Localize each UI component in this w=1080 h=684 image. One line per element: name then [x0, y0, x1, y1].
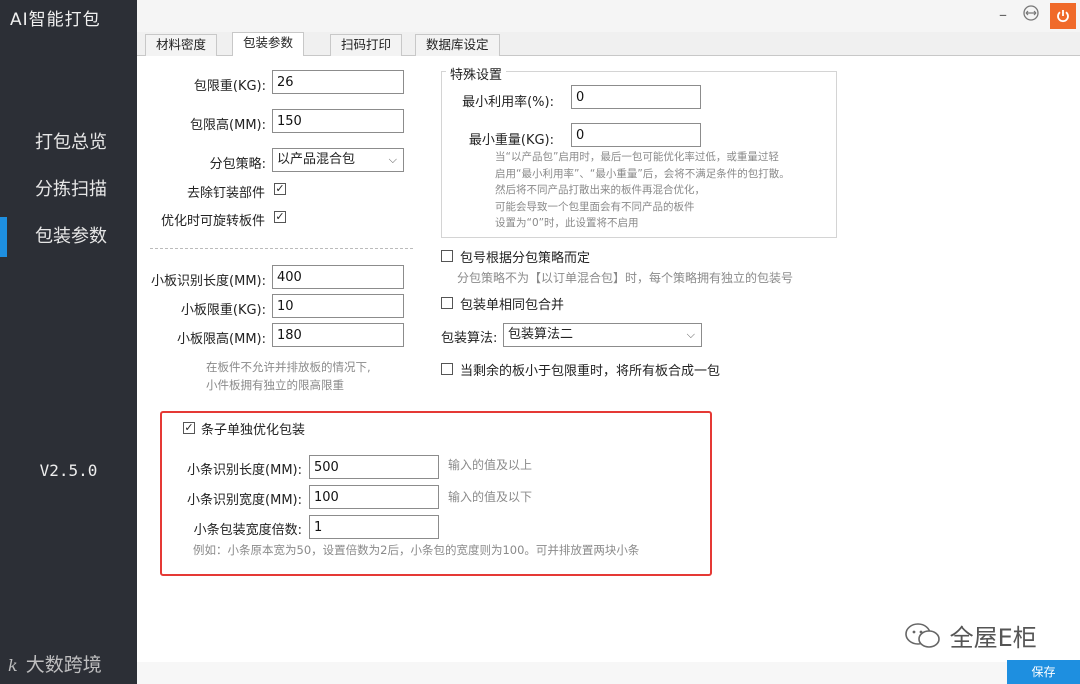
resize-icon[interactable]	[1020, 4, 1042, 26]
strip-enable-checkbox[interactable]: ✓	[183, 422, 195, 434]
min-weight-input[interactable]	[571, 123, 701, 147]
small-height-label: 小板限高(MM):	[177, 332, 266, 347]
special-note-line: 设置为“0”时，此设置将不启用	[495, 217, 639, 229]
special-note-line: 可能会导致一个包里面会有不同产品的板件	[495, 200, 695, 213]
min-util-label: 最小利用率(%):	[462, 95, 554, 110]
small-weight-input[interactable]	[272, 294, 404, 318]
rotate-label: 优化时可旋转板件	[160, 214, 265, 229]
watermark-right: 全屋E柜	[904, 618, 1037, 653]
min-weight-label: 最小重量(KG):	[468, 133, 554, 148]
tab-scan-print[interactable]: 扫码打印	[330, 34, 403, 56]
special-note-line: 当“以产品包”启用时，最后一包可能优化率过低，或重量过轻	[495, 151, 779, 163]
merge-checkbox[interactable]	[441, 297, 453, 309]
wechat-icon	[904, 622, 942, 650]
strip-example-note: 例如：小条原本宽为50，设置倍数为2后，小条包的宽度则为100。可并排放置两块小…	[193, 543, 640, 557]
small-weight-label: 小板限重(KG):	[180, 303, 266, 318]
special-settings-title: 特殊设置	[446, 64, 507, 83]
pkg-no-checkbox[interactable]	[441, 250, 453, 262]
remove-nail-label: 去除钉装部件	[186, 186, 265, 201]
minimize-icon[interactable]: –	[992, 4, 1014, 26]
sidebar-item-sort-scan[interactable]: 分拣扫描	[0, 170, 137, 210]
app-title: AI智能打包	[10, 10, 101, 30]
pkg-height-label: 包限高(MM):	[190, 118, 266, 133]
small-board-note-2: 小件板拥有独立的限高限重	[206, 378, 344, 392]
strip-width-input[interactable]	[309, 485, 439, 509]
remove-nail-checkbox[interactable]: ✓	[274, 183, 286, 195]
footer-bar	[137, 662, 1007, 684]
algo-value: 包装算法二	[508, 327, 574, 342]
tab-bar: 材料密度 包装参数 扫码打印 数据库设定	[137, 32, 1080, 57]
strip-enable-label: 条子单独优化包装	[201, 423, 306, 438]
algo-label: 包装算法:	[441, 331, 498, 346]
rotate-checkbox[interactable]: ✓	[274, 211, 286, 223]
watermark-logo: k	[8, 656, 18, 675]
special-note: 当“以产品包”启用时，最后一包可能优化率过低，或重量过轻 启用“最小利用率”、“…	[495, 149, 790, 232]
watermark-right-text: 全屋E柜	[949, 624, 1037, 652]
small-board-note-1: 在板件不允许并排放板的情况下,	[206, 360, 371, 374]
strategy-select[interactable]: 以产品混合包 ⌵	[272, 148, 404, 172]
title-bar: –	[137, 0, 1080, 32]
strip-width-label: 小条识别宽度(MM):	[187, 493, 302, 508]
chevron-down-icon: ⌵	[388, 153, 397, 166]
divider	[150, 248, 413, 249]
strategy-value: 以产品混合包	[277, 152, 356, 167]
power-icon[interactable]	[1050, 3, 1076, 29]
pkg-no-note: 分包策略不为【以订单混合包】时，每个策略拥有独立的包装号	[457, 271, 794, 285]
pkg-height-input[interactable]	[272, 109, 404, 133]
small-len-input[interactable]	[272, 265, 404, 289]
sidebar: AI智能打包 打包总览 分拣扫描 包装参数 V2.5.0 k 大数跨境	[0, 0, 137, 684]
strip-len-input[interactable]	[309, 455, 439, 479]
pkg-no-label: 包号根据分包策略而定	[460, 251, 591, 266]
small-len-label: 小板识别长度(MM):	[151, 274, 266, 289]
strip-len-hint: 输入的值及以上	[448, 458, 533, 472]
tab-database-settings[interactable]: 数据库设定	[415, 34, 500, 56]
main-panel: 包限重(KG): 包限高(MM): 分包策略: 以产品混合包 ⌵ 去除钉装部件 …	[137, 56, 1080, 684]
special-note-line: 然后将不同产品打散出来的板件再混合优化，	[495, 184, 705, 196]
tab-package-params[interactable]: 包装参数	[232, 32, 305, 57]
watermark-left-text: 大数跨境	[25, 654, 102, 676]
remaining-checkbox[interactable]	[441, 363, 453, 375]
watermark-left: k 大数跨境	[8, 650, 102, 677]
min-util-input[interactable]	[571, 85, 701, 109]
strip-multiple-label: 小条包装宽度倍数:	[193, 523, 302, 538]
chevron-down-icon: ⌵	[686, 328, 695, 341]
merge-label: 包装单相同包合并	[460, 298, 565, 313]
special-note-line: 启用“最小利用率”、“最小重量”后，会将不满足条件的包打散。	[495, 167, 790, 180]
strip-width-hint: 输入的值及以下	[448, 490, 533, 504]
sidebar-item-package-params[interactable]: 包装参数	[0, 217, 137, 257]
algo-select[interactable]: 包装算法二 ⌵	[503, 323, 702, 347]
pkg-weight-input[interactable]	[272, 70, 404, 94]
save-button[interactable]: 保存	[1007, 660, 1080, 684]
tab-material-density[interactable]: 材料密度	[145, 34, 218, 56]
strategy-label: 分包策略:	[209, 157, 266, 172]
pkg-weight-label: 包限重(KG):	[193, 79, 266, 94]
strip-multiple-input[interactable]	[309, 515, 439, 539]
strip-len-label: 小条识别长度(MM):	[187, 463, 302, 478]
remaining-label: 当剩余的板小于包限重时，将所有板合成一包	[460, 364, 721, 379]
version-label: V2.5.0	[39, 461, 98, 480]
sidebar-item-overview[interactable]: 打包总览	[0, 123, 137, 163]
small-height-input[interactable]	[272, 323, 404, 347]
